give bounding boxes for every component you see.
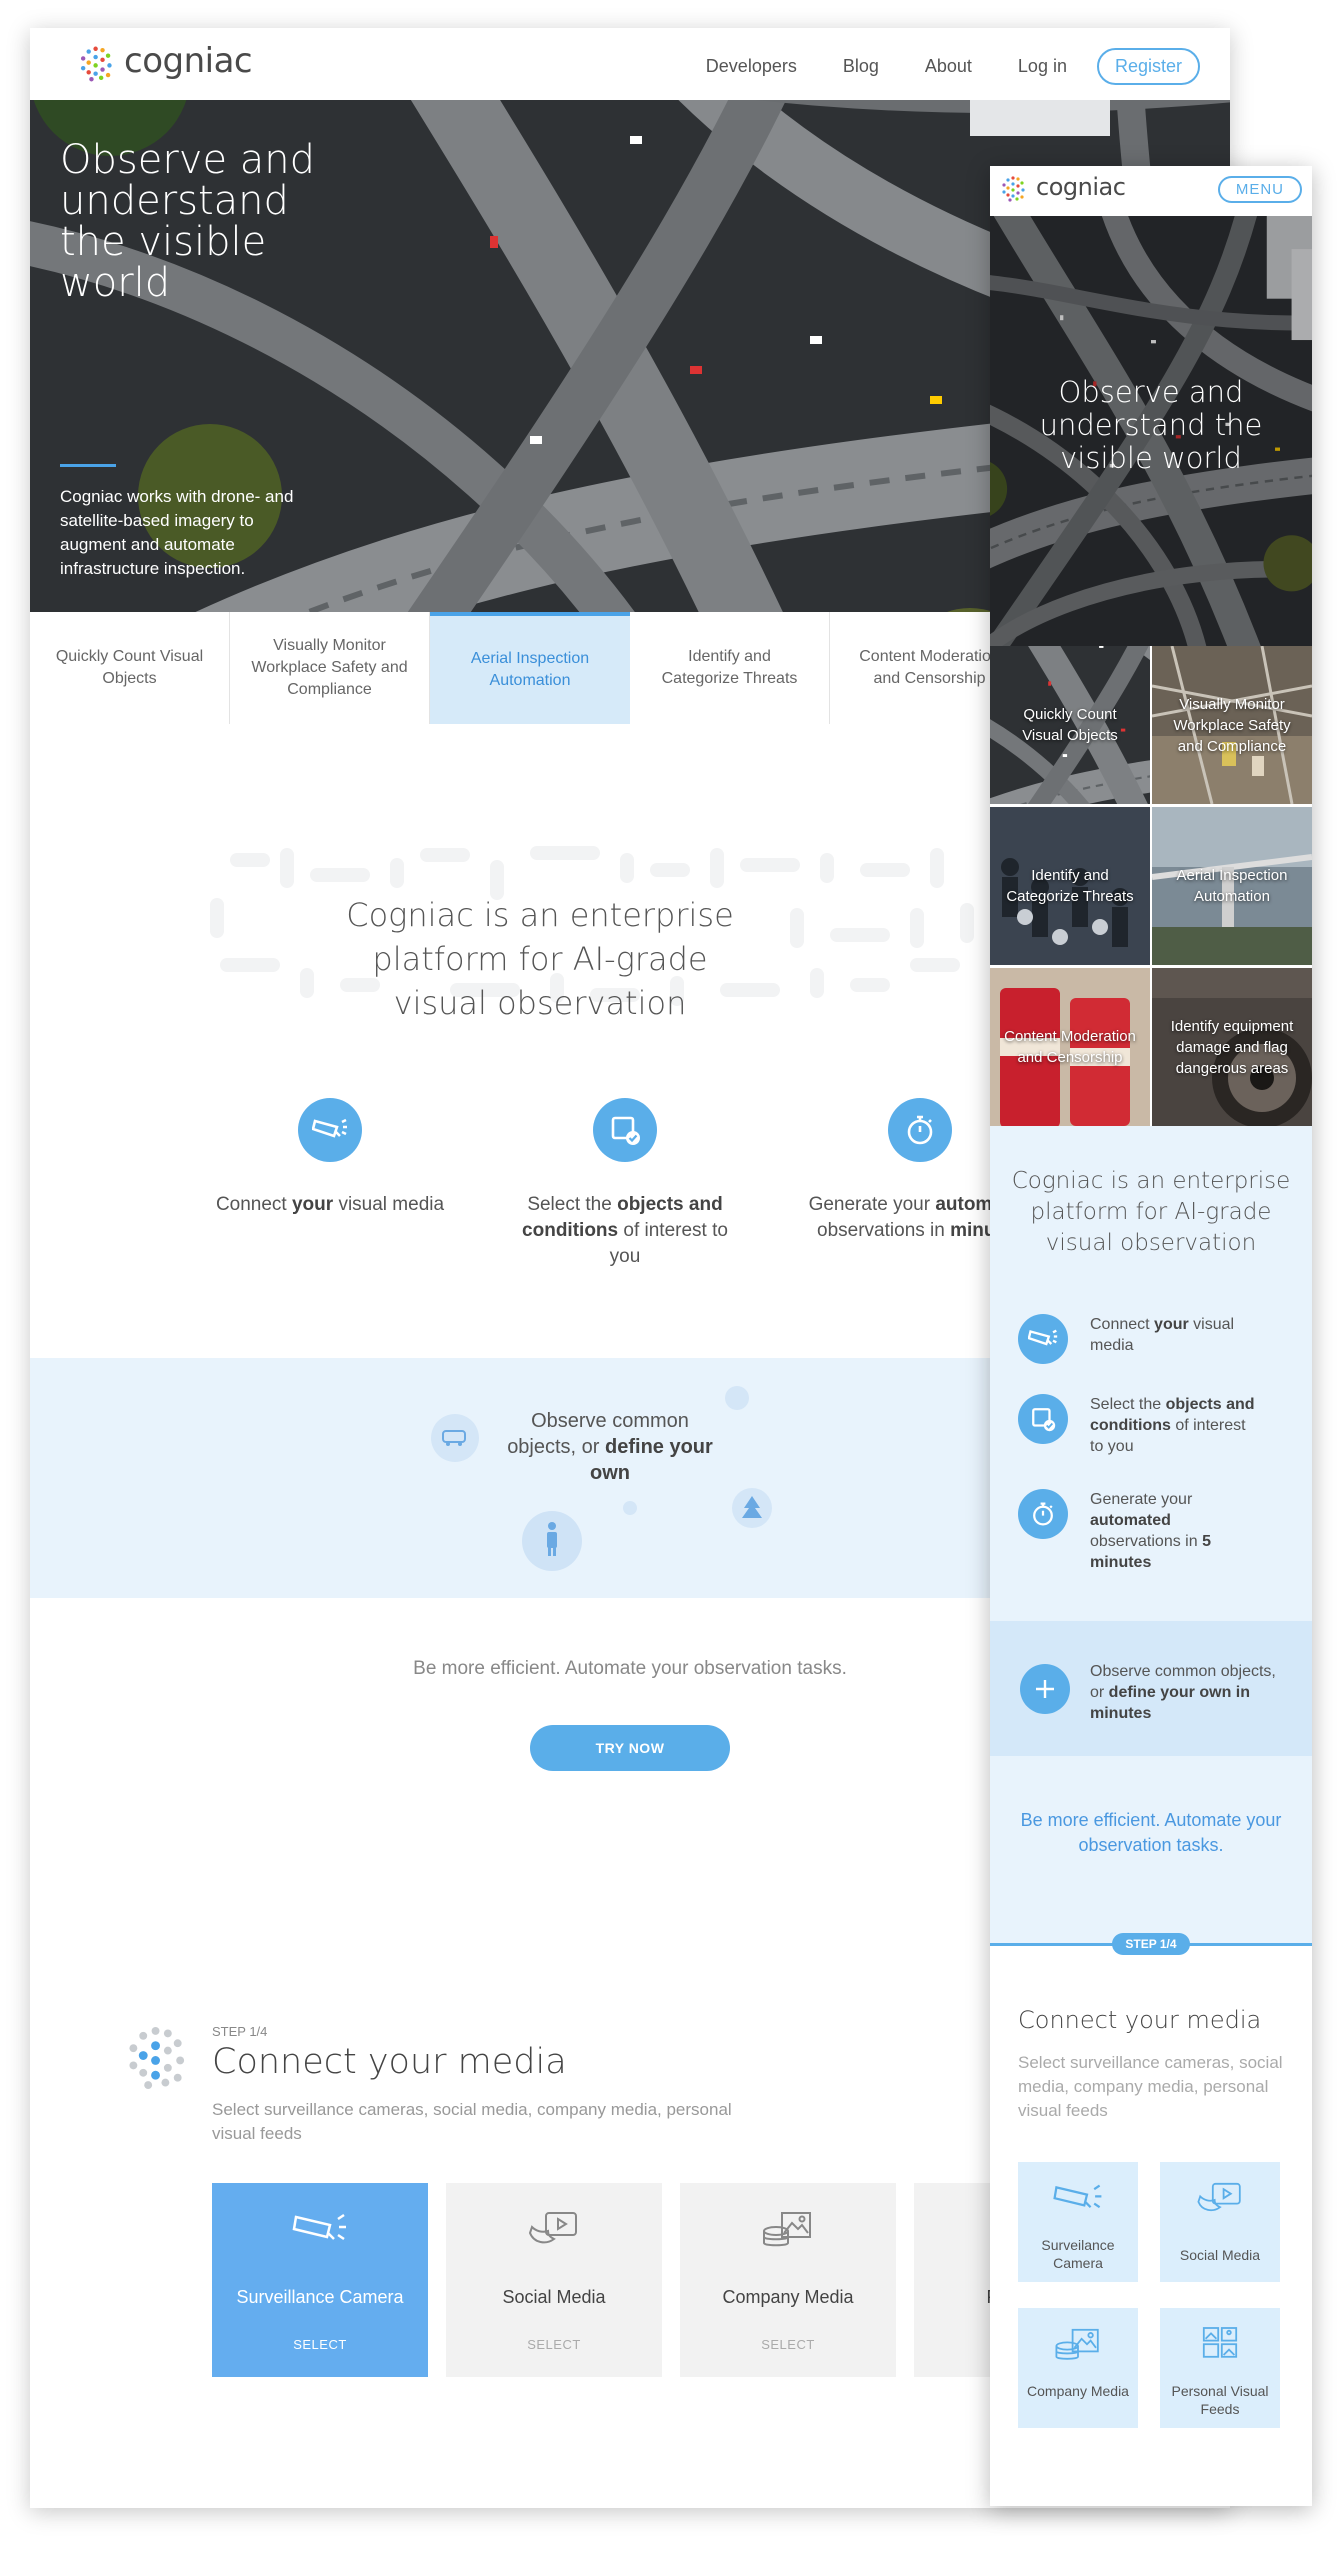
camera-icon <box>298 1098 362 1162</box>
step-indicator: STEP 1/4 <box>212 2024 268 2039</box>
mobile-nav: cogniac MENU <box>990 166 1312 216</box>
connect-subtitle: Select surveillance cameras, social medi… <box>212 2100 732 2143</box>
hero-title: Observe and understand the visible world <box>60 137 316 306</box>
nav-blog-link[interactable]: Blog <box>843 56 879 77</box>
hero-title: Observe and understand the visible world <box>1039 375 1263 475</box>
efficiency-tagline: Be more efficient. Automate your observa… <box>413 1658 847 1679</box>
media-card-social-media[interactable]: Social Media SELECT <box>446 2183 662 2377</box>
media-card-select[interactable]: SELECT <box>212 2337 428 2352</box>
connect-heading: Connect your media <box>212 2042 567 2082</box>
observe-text: Observe common objects, or define your o… <box>507 1410 713 1484</box>
media-card-social-media[interactable]: Social Media <box>1160 2162 1280 2282</box>
hero-accent-rule <box>60 464 116 467</box>
step-badge: STEP 1/4 <box>1112 1933 1190 1955</box>
use-case-tiles: Quickly Count Visual Objects Visually Mo… <box>990 646 1312 1126</box>
social-media-icon <box>528 2212 577 2244</box>
mobile-platform-section: Cogniac is an enterprise platform for AI… <box>990 1126 1312 1946</box>
camera-icon <box>1018 1314 1068 1364</box>
media-card-name: Company Media <box>722 2287 854 2307</box>
tile-label: Visually Monitor Workplace Safety and Co… <box>1173 695 1291 755</box>
tile-label: Aerial Inspection Automation <box>1176 867 1288 905</box>
tile-label: Identify and Categorize Threats <box>1006 867 1134 905</box>
personal-feeds-icon <box>1202 2327 1238 2358</box>
select-check-icon <box>593 1098 657 1162</box>
media-card-name: Surveilance Camera <box>1041 2237 1115 2271</box>
tile-equipment-damage[interactable]: Identify equipment damage and flag dange… <box>1152 968 1312 1126</box>
step-connect: Connect your visual media <box>210 1098 450 1218</box>
media-card-name: Social Media <box>1179 2247 1261 2263</box>
media-card-select[interactable]: SELECT <box>680 2337 896 2352</box>
tile-threats[interactable]: Identify and Categorize Threats <box>990 807 1150 965</box>
tab-count-objects[interactable]: Quickly Count Visual Objects <box>30 612 230 724</box>
stopwatch-icon <box>888 1098 952 1162</box>
tile-count-objects[interactable]: Quickly Count Visual Objects <box>990 646 1150 804</box>
top-nav: cogniac Developers Blog About Log in Reg… <box>30 28 1230 100</box>
hero-description: Cogniac works with drone- and satellite-… <box>60 487 294 578</box>
tile-label: Identify equipment damage and flag dange… <box>1170 1017 1294 1077</box>
connect-subtitle: Select surveillance cameras, social medi… <box>1018 2053 1283 2120</box>
tab-aerial-inspection[interactable]: Aerial Inspection Automation <box>430 612 630 724</box>
media-card-company-media[interactable]: Company Media <box>1018 2308 1138 2428</box>
tile-label: Quickly Count Visual Objects <box>1022 706 1118 744</box>
menu-button[interactable]: MENU <box>1217 176 1302 203</box>
tile-aerial-inspection[interactable]: Aerial Inspection Automation <box>1152 807 1312 965</box>
media-card-select[interactable]: SELECT <box>446 2337 662 2352</box>
surveillance-camera-icon <box>292 2213 346 2241</box>
cogniac-mark-icon <box>1002 176 1025 202</box>
step-select-text: Select the objects and conditions of int… <box>522 1194 728 1267</box>
nav-developers-link[interactable]: Developers <box>706 56 797 77</box>
select-check-icon <box>1018 1394 1068 1444</box>
stopwatch-icon <box>1018 1489 1068 1539</box>
media-card-surveillance-camera[interactable]: Surveillance Camera SELECT <box>212 2183 428 2377</box>
connect-heading: Connect your media <box>1018 2006 1262 2034</box>
screenshot-stage: cogniac Developers Blog About Log in Reg… <box>0 0 1340 2553</box>
mobile-page: cogniac MENU Observe and understand the … <box>990 166 1312 2506</box>
nav-login-link[interactable]: Log in <box>1018 56 1067 77</box>
plus-icon[interactable] <box>1020 1664 1070 1714</box>
cogniac-logo[interactable]: cogniac <box>1002 173 1126 202</box>
media-card-name: Social Media <box>502 2287 606 2307</box>
company-media-icon <box>1055 2328 1099 2360</box>
efficiency-link[interactable]: Be more efficient. Automate your observa… <box>1020 1808 1282 1858</box>
observe-block: Observe common objects, or define your o… <box>990 1621 1312 1756</box>
tile-workplace-safety[interactable]: Visually Monitor Workplace Safety and Co… <box>1152 646 1312 804</box>
brand-name: cogniac <box>124 41 253 81</box>
cogniac-mark-icon <box>129 2026 185 2090</box>
media-card-surveillance-camera[interactable]: Surveilance Camera <box>1018 2162 1138 2282</box>
media-card-personal-feeds[interactable]: Personal Visual Feeds <box>1160 2308 1280 2428</box>
surveillance-camera-icon <box>1053 2184 1102 2209</box>
register-button[interactable]: Register <box>1096 48 1200 85</box>
media-card-name: Surveillance Camera <box>236 2287 404 2307</box>
media-card-company-media[interactable]: Company Media SELECT <box>680 2183 896 2377</box>
platform-heading: Cogniac is an enterprise platform for AI… <box>1011 1168 1291 1256</box>
step-connect-text: Connect your visual media <box>215 1194 445 1215</box>
media-card-name: Company Media <box>1027 2383 1129 2399</box>
tab-workplace-safety[interactable]: Visually Monitor Workplace Safety and Co… <box>230 612 430 724</box>
observe-text: Observe common objects, or define your o… <box>1090 1663 1276 1722</box>
cogniac-logo[interactable]: cogniac <box>80 41 253 82</box>
platform-heading: Cogniac is an enterprise platform for AI… <box>346 896 734 1022</box>
nav-links: Developers Blog About Log in Register <box>706 48 1200 85</box>
tile-content-moderation[interactable]: Content Moderation and Censorship <box>990 968 1150 1126</box>
social-media-icon <box>1197 2182 1241 2212</box>
step-generate-text: Generate your automated observations in … <box>1090 1491 1211 1571</box>
tab-threats[interactable]: Identify and Categorize Threats <box>630 612 830 724</box>
cogniac-mark-icon <box>80 46 112 82</box>
step-select: Select the objects and conditions of int… <box>505 1098 745 1270</box>
tile-label: Content Moderation and Censorship <box>1004 1028 1136 1066</box>
brand-name: cogniac <box>1036 173 1126 201</box>
nav-about-link[interactable]: About <box>925 56 972 77</box>
step-connect-text: Connect your visual media <box>1090 1316 1235 1354</box>
mobile-hero: Observe and understand the visible world <box>990 216 1312 646</box>
media-card-name: Personal Visual Feeds <box>1171 2383 1269 2417</box>
try-now-button[interactable]: TRY NOW <box>530 1725 730 1771</box>
step-select-text: Select the objects and conditions of int… <box>1090 1396 1255 1455</box>
company-media-icon <box>763 2212 811 2247</box>
